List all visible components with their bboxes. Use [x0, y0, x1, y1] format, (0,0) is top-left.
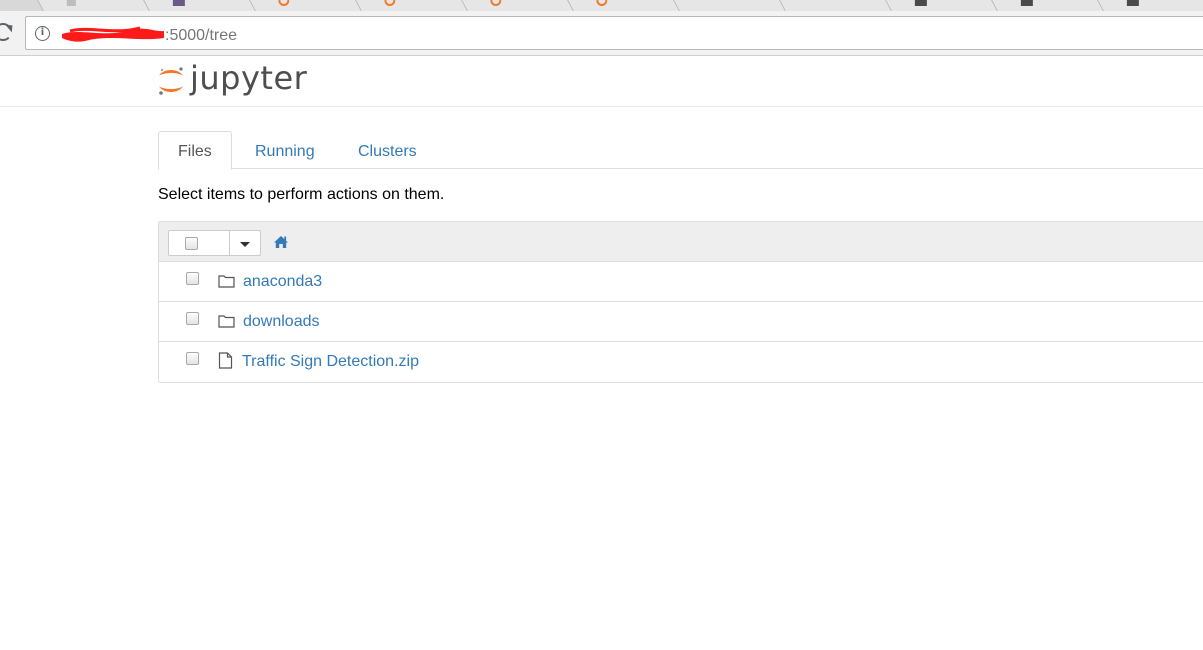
- file-list: anaconda3 downloads Traffic Sign Detecti…: [158, 221, 1203, 383]
- browser-tab[interactable]: [249, 0, 367, 11]
- page-icon: [66, 0, 76, 6]
- button-divider: [229, 231, 230, 255]
- browser-tab[interactable]: [673, 0, 791, 11]
- browser-tab[interactable]: [143, 0, 261, 11]
- select-all-checkbox[interactable]: [185, 237, 198, 250]
- tab-bar: Files Running Clusters: [158, 131, 1203, 170]
- jupyter-header: jupyter: [0, 56, 1203, 107]
- folder-icon: [218, 275, 235, 288]
- select-all-button[interactable]: [168, 230, 261, 256]
- selection-hint: Select items to perform actions on them.: [158, 186, 445, 203]
- jupyter-icon: [596, 0, 608, 6]
- tab-running[interactable]: Running: [235, 131, 335, 169]
- jupyter-logo[interactable]: jupyter: [157, 59, 308, 99]
- site-icon: [1020, 0, 1033, 6]
- home-icon[interactable]: [273, 235, 289, 249]
- jupyter-icon: [490, 0, 502, 6]
- site-icon: [914, 0, 927, 6]
- item-name-link[interactable]: downloads: [243, 313, 320, 331]
- browser-tab-strip: [0, 0, 1203, 11]
- item-name-link[interactable]: anaconda3: [243, 273, 322, 291]
- file-icon: [218, 352, 233, 369]
- browser-tab[interactable]: [1097, 0, 1203, 11]
- browser-tab[interactable]: [779, 0, 897, 11]
- list-item[interactable]: anaconda3: [159, 262, 1203, 302]
- list-item[interactable]: downloads: [159, 302, 1203, 342]
- item-checkbox[interactable]: [186, 312, 199, 325]
- file-list-header: [159, 222, 1203, 262]
- browser-tab[interactable]: [37, 0, 155, 11]
- list-item[interactable]: Traffic Sign Detection.zip: [159, 342, 1203, 382]
- reload-icon[interactable]: [0, 23, 12, 41]
- site-icon: [172, 0, 185, 6]
- browser-toolbar: i :5000/tree: [0, 11, 1203, 56]
- browser-tab[interactable]: [885, 0, 1003, 11]
- site-icon: [1126, 0, 1139, 6]
- tab-files[interactable]: Files: [158, 131, 232, 170]
- redacted-host: [60, 26, 165, 42]
- jupyter-logo-icon: [159, 67, 183, 95]
- jupyter-icon: [384, 0, 396, 6]
- jupyter-logo-text: jupyter: [190, 59, 308, 97]
- item-checkbox[interactable]: [186, 352, 199, 365]
- item-checkbox[interactable]: [186, 272, 199, 285]
- jupyter-icon: [278, 0, 290, 6]
- item-name-link[interactable]: Traffic Sign Detection.zip: [242, 353, 419, 371]
- folder-icon: [218, 315, 235, 328]
- browser-tab[interactable]: [355, 0, 473, 11]
- info-icon[interactable]: i: [35, 26, 50, 41]
- chevron-down-icon[interactable]: [240, 242, 250, 247]
- browser-tab[interactable]: [567, 0, 685, 11]
- address-bar[interactable]: i :5000/tree: [25, 16, 1203, 50]
- url-path: :5000/tree: [165, 27, 238, 44]
- tab-clusters[interactable]: Clusters: [338, 131, 437, 169]
- browser-tab[interactable]: [991, 0, 1109, 11]
- url-text: :5000/tree: [60, 24, 237, 45]
- browser-tab[interactable]: [461, 0, 579, 11]
